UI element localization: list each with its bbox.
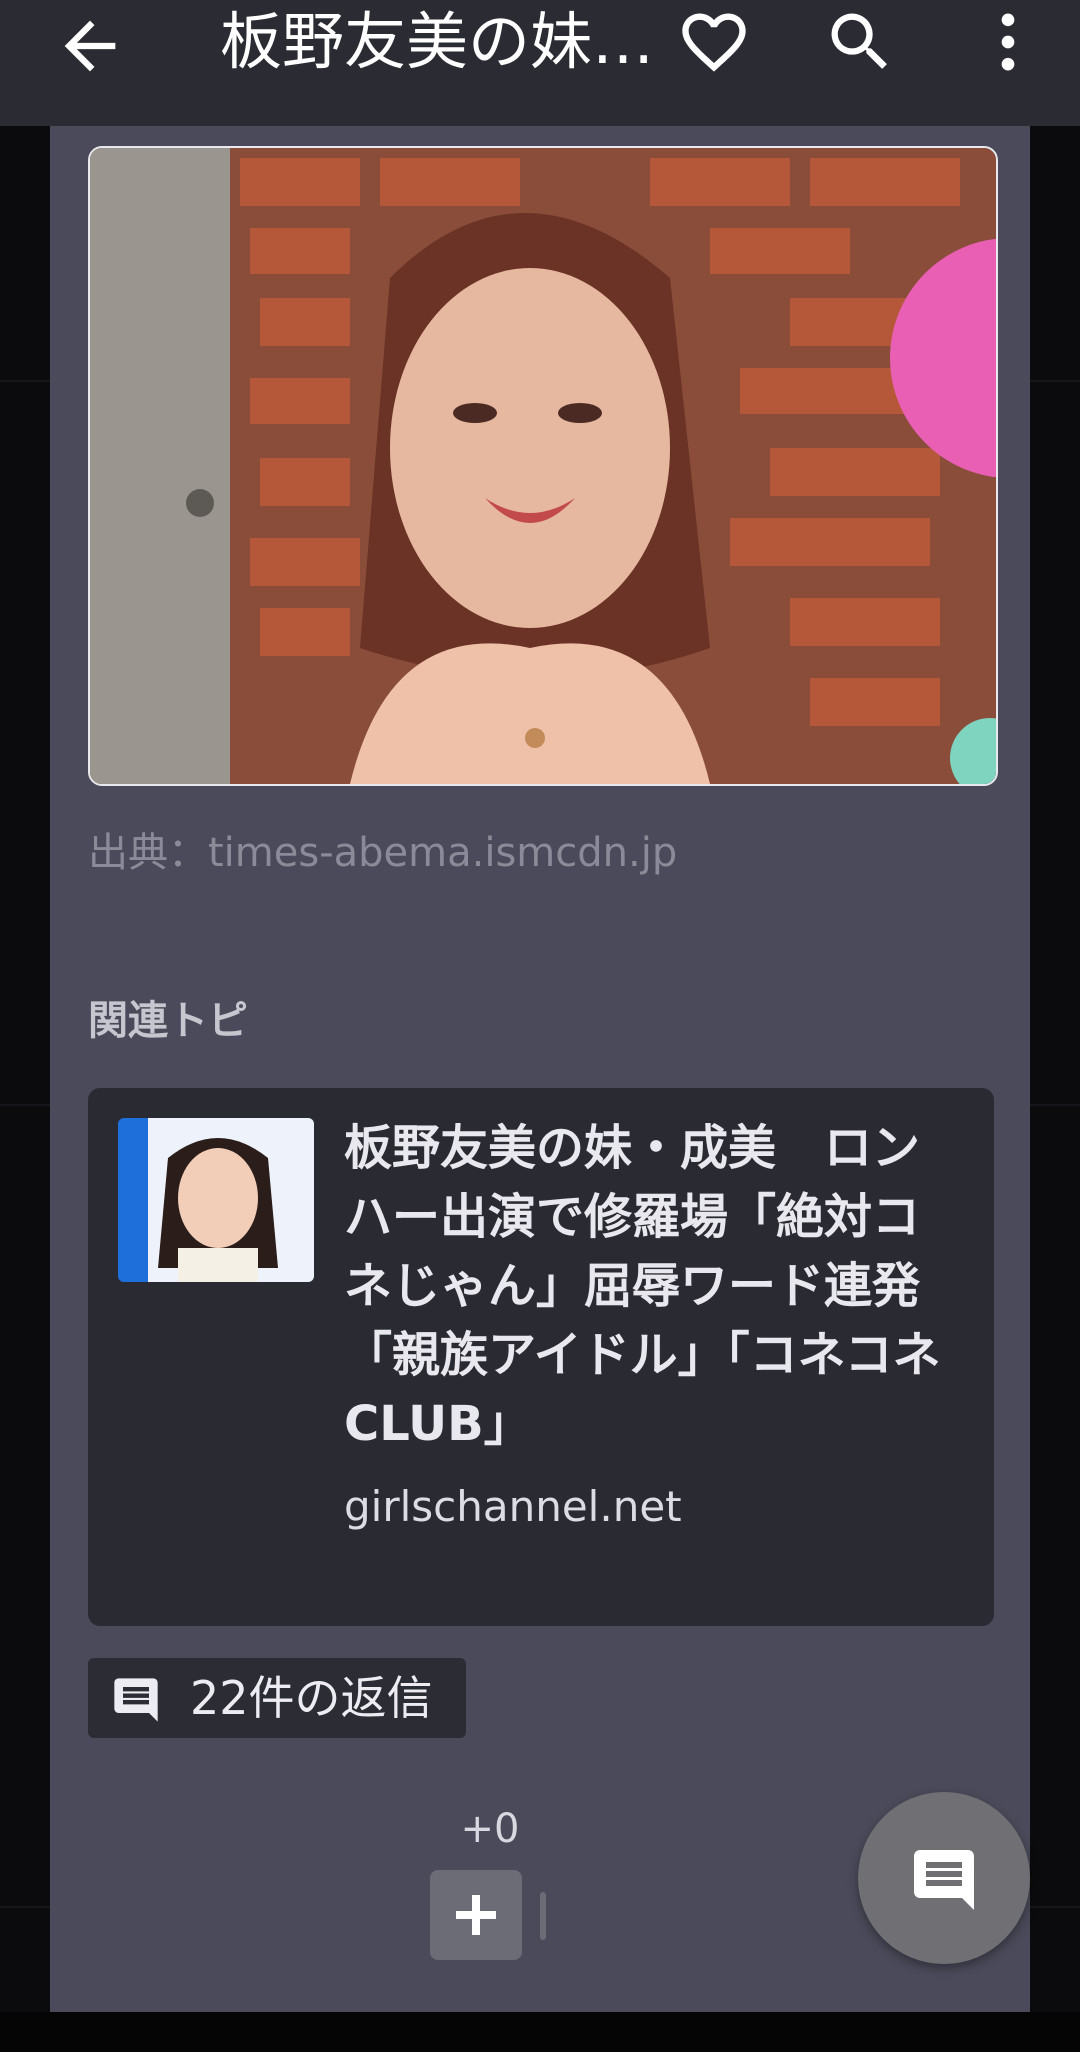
divider [1030, 1104, 1080, 1106]
arrow-left-icon[interactable] [52, 8, 128, 84]
divider [0, 1104, 50, 1106]
related-topic-domain: girlschannel.net [344, 1482, 682, 1531]
article-photo[interactable] [88, 146, 998, 786]
system-bottom-bar [0, 2012, 1080, 2052]
comment-fab-icon [914, 1850, 974, 1910]
page-title: 板野友美の妹… [220, 5, 655, 78]
search-icon[interactable] [822, 4, 898, 80]
vote-count: +0 [460, 1806, 520, 1852]
related-topic-title[interactable]: 板野友美の妹・成美 ロンハー出演で修羅場「絶対コネじゃん」屈辱ワード連発「親族ア… [344, 1114, 964, 1459]
replies-button[interactable]: 22件の返信 [88, 1658, 466, 1738]
comment-panel: 出典：times-abema.ismcdn.jp 関連トピ 板野友美の妹・成美 … [50, 126, 1030, 2012]
divider [0, 380, 50, 382]
divider [0, 1906, 50, 1908]
vote-bar-divider [540, 1892, 546, 1940]
comment-fab-button[interactable] [858, 1792, 1030, 1964]
replies-label: 22件の返信 [190, 1671, 433, 1725]
related-topic-thumbnail [118, 1118, 314, 1282]
top-app-bar: 板野友美の妹… [0, 0, 1080, 126]
divider [1030, 1906, 1080, 1908]
related-topic-card[interactable]: 板野友美の妹・成美 ロンハー出演で修羅場「絶対コネじゃん」屈辱ワード連発「親族ア… [88, 1088, 994, 1626]
heart-outline-icon[interactable] [676, 4, 752, 80]
more-vertical-icon[interactable] [970, 4, 1046, 80]
plus-vote-button[interactable] [430, 1870, 522, 1960]
divider [1030, 380, 1080, 382]
related-topics-heading: 関連トピ [88, 998, 248, 1044]
plus-icon [456, 1895, 496, 1935]
image-source[interactable]: 出典：times-abema.ismcdn.jp [88, 820, 677, 878]
comment-icon [110, 1674, 162, 1726]
